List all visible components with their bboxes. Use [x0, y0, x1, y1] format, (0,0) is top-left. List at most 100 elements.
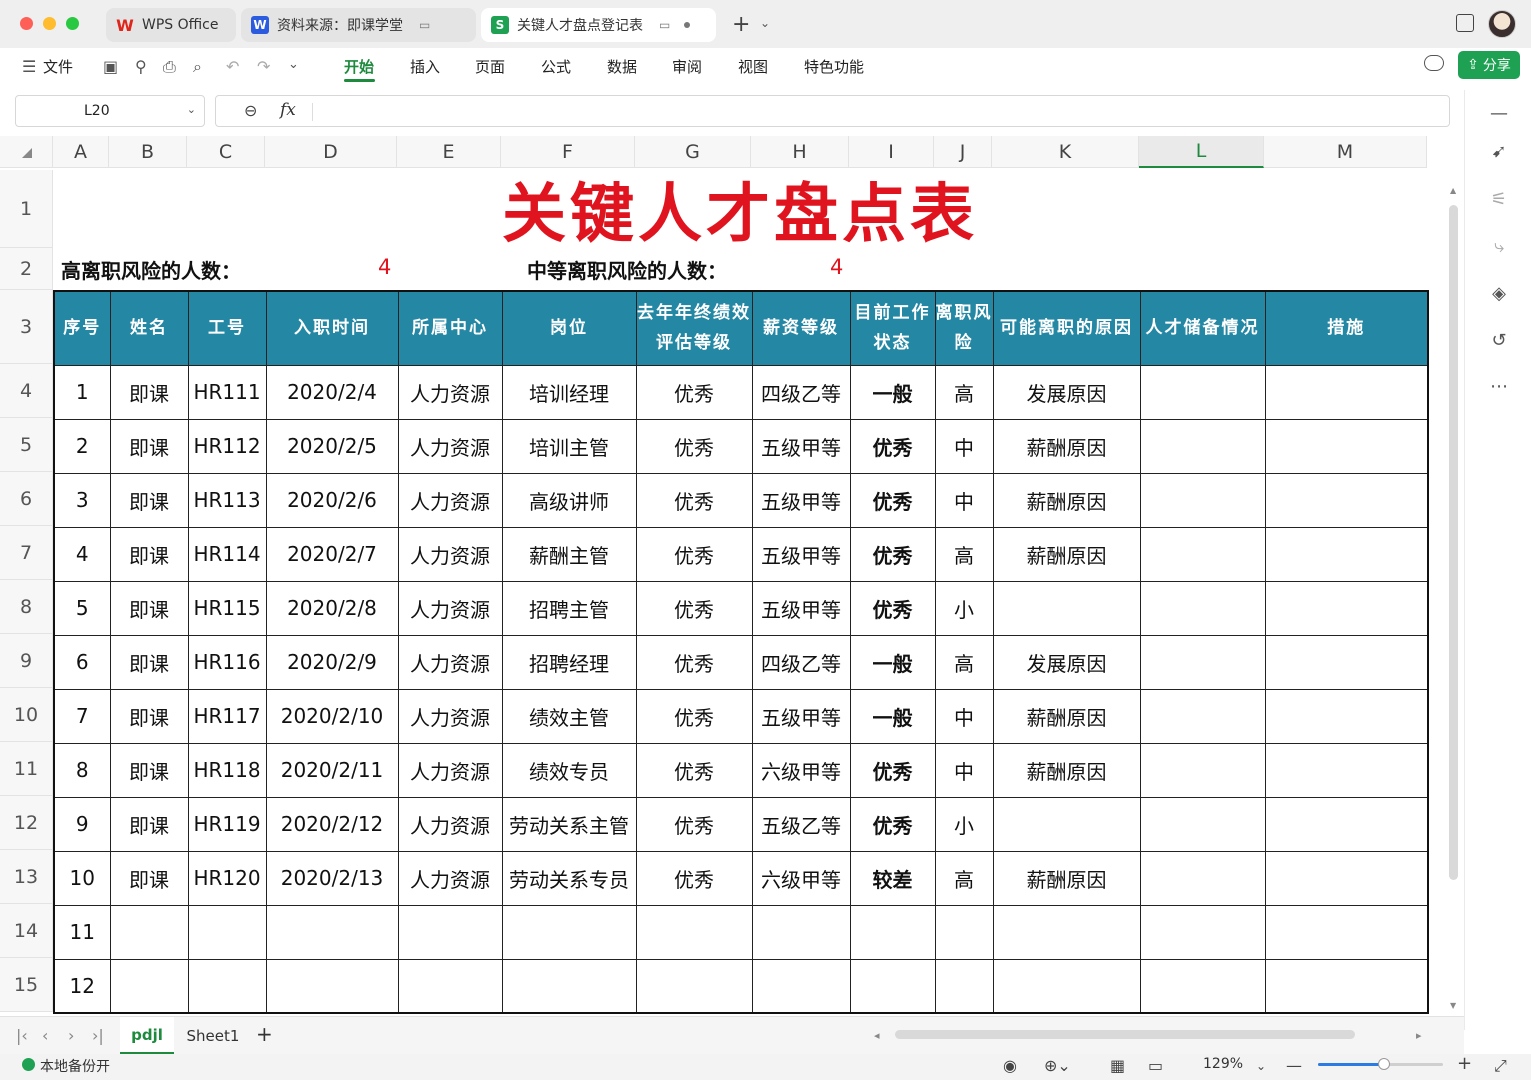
- table-cell[interactable]: 高: [934, 364, 994, 420]
- table-cell[interactable]: 劳动关系专员: [501, 850, 637, 906]
- table-cell[interactable]: 即课: [109, 526, 189, 582]
- scroll-left-icon[interactable]: ◂: [874, 1029, 880, 1042]
- table-cell[interactable]: 劳动关系主管: [501, 796, 637, 852]
- table-cell[interactable]: 薪酬原因: [992, 472, 1141, 528]
- sheet-tab-pdjl[interactable]: pdjl: [120, 1017, 174, 1055]
- table-cell[interactable]: HR117: [187, 688, 267, 744]
- horizontal-scrollbar[interactable]: [895, 1030, 1355, 1039]
- table-cell[interactable]: 2020/2/12: [265, 796, 399, 852]
- table-cell[interactable]: [751, 904, 851, 960]
- adjust-sliders-icon[interactable]: ⚟: [1489, 190, 1509, 210]
- table-cell[interactable]: 四级乙等: [751, 634, 851, 690]
- ai-assistant-icon[interactable]: ◈: [1489, 284, 1509, 304]
- table-cell[interactable]: 2020/2/4: [265, 364, 399, 420]
- high-risk-value[interactable]: 4: [378, 255, 391, 279]
- header-cell[interactable]: 去年年终绩效评估等级: [635, 290, 753, 366]
- table-cell[interactable]: 优秀: [635, 364, 753, 420]
- table-cell[interactable]: 人力资源: [397, 418, 503, 474]
- table-cell[interactable]: 即课: [109, 688, 189, 744]
- table-cell[interactable]: HR115: [187, 580, 267, 636]
- table-cell[interactable]: 即课: [109, 580, 189, 636]
- history-icon[interactable]: ↺: [1489, 331, 1509, 351]
- table-cell[interactable]: 人力资源: [397, 688, 503, 744]
- table-cell[interactable]: [1139, 742, 1266, 798]
- file-menu[interactable]: 文件: [43, 56, 73, 77]
- page-view-icon[interactable]: ▭: [1148, 1056, 1163, 1075]
- table-cell[interactable]: [109, 958, 189, 1014]
- table-cell[interactable]: 优秀: [635, 580, 753, 636]
- table-cell[interactable]: [187, 958, 267, 1014]
- table-cell[interactable]: 优秀: [635, 634, 753, 690]
- table-cell[interactable]: 优秀: [635, 526, 753, 582]
- column-header-d[interactable]: D: [265, 136, 397, 168]
- table-cell[interactable]: 人力资源: [397, 634, 503, 690]
- table-cell[interactable]: 人力资源: [397, 796, 503, 852]
- table-cell[interactable]: [1139, 472, 1266, 528]
- table-cell[interactable]: 人力资源: [397, 472, 503, 528]
- freeze-panes-icon[interactable]: ⊕⌄: [1044, 1056, 1071, 1075]
- table-cell[interactable]: 一般: [849, 634, 936, 690]
- chevron-down-icon[interactable]: ⌄: [760, 16, 770, 30]
- table-cell[interactable]: 8: [53, 742, 111, 798]
- table-cell[interactable]: [1139, 526, 1266, 582]
- table-cell[interactable]: 薪酬原因: [992, 688, 1141, 744]
- tab-wps-office[interactable]: W WPS Office: [106, 8, 236, 42]
- table-cell[interactable]: [1139, 850, 1266, 906]
- row-header-4[interactable]: 4: [0, 364, 53, 418]
- table-cell[interactable]: [1264, 364, 1429, 420]
- table-cell[interactable]: 即课: [109, 850, 189, 906]
- avatar[interactable]: [1488, 10, 1516, 38]
- table-cell[interactable]: 7: [53, 688, 111, 744]
- table-cell[interactable]: HR120: [187, 850, 267, 906]
- new-tab-plus-icon[interactable]: +: [732, 12, 750, 37]
- print-icon[interactable]: ⎙: [163, 57, 176, 77]
- table-cell[interactable]: 优秀: [849, 742, 936, 798]
- table-cell[interactable]: 优秀: [635, 742, 753, 798]
- table-cell[interactable]: 发展原因: [992, 364, 1141, 420]
- menu-icon[interactable]: ☰: [22, 57, 36, 76]
- table-cell[interactable]: 一般: [849, 688, 936, 744]
- table-cell[interactable]: 10: [53, 850, 111, 906]
- close-window-button[interactable]: [20, 17, 33, 30]
- table-cell[interactable]: 2020/2/5: [265, 418, 399, 474]
- header-cell[interactable]: 目前工作状态: [849, 290, 936, 366]
- tab-special-features[interactable]: 特色功能: [804, 56, 864, 77]
- zoom-out-icon[interactable]: —: [1286, 1056, 1302, 1075]
- table-cell[interactable]: 发展原因: [992, 634, 1141, 690]
- table-cell[interactable]: 高: [934, 634, 994, 690]
- table-cell[interactable]: 优秀: [849, 796, 936, 852]
- table-cell[interactable]: [751, 958, 851, 1014]
- tab-home[interactable]: 开始: [344, 56, 374, 77]
- table-cell[interactable]: 3: [53, 472, 111, 528]
- table-cell[interactable]: 四级乙等: [751, 364, 851, 420]
- table-cell[interactable]: 2020/2/13: [265, 850, 399, 906]
- table-cell[interactable]: 优秀: [635, 796, 753, 852]
- table-cell[interactable]: 即课: [109, 472, 189, 528]
- table-cell[interactable]: [1139, 796, 1266, 852]
- table-cell[interactable]: 优秀: [849, 580, 936, 636]
- transform-icon[interactable]: ⤷: [1489, 237, 1509, 257]
- table-cell[interactable]: 4: [53, 526, 111, 582]
- column-header-a[interactable]: A: [53, 136, 109, 168]
- table-cell[interactable]: [109, 904, 189, 960]
- table-cell[interactable]: 招聘经理: [501, 634, 637, 690]
- table-cell[interactable]: [1139, 904, 1266, 960]
- print-preview-icon[interactable]: ⌕: [193, 57, 202, 77]
- sheet-tab-sheet1[interactable]: Sheet1: [182, 1017, 244, 1055]
- header-cell[interactable]: 入职时间: [265, 290, 399, 366]
- table-cell[interactable]: 薪酬原因: [992, 742, 1141, 798]
- column-header-b[interactable]: B: [109, 136, 187, 168]
- column-header-c[interactable]: C: [187, 136, 265, 168]
- table-cell[interactable]: 2020/2/11: [265, 742, 399, 798]
- row-header-1[interactable]: 1: [0, 170, 53, 248]
- row-header-12[interactable]: 12: [0, 796, 53, 850]
- cloud-icon[interactable]: [1424, 55, 1444, 71]
- table-cell[interactable]: [992, 580, 1141, 636]
- sheet-title[interactable]: 关键人才盘点表: [53, 170, 1427, 252]
- table-cell[interactable]: 中: [934, 742, 994, 798]
- table-cell[interactable]: 薪酬原因: [992, 526, 1141, 582]
- table-cell[interactable]: [992, 796, 1141, 852]
- table-cell[interactable]: [265, 958, 399, 1014]
- row-header-10[interactable]: 10: [0, 688, 53, 742]
- backup-status-label[interactable]: 本地备份开: [40, 1056, 110, 1076]
